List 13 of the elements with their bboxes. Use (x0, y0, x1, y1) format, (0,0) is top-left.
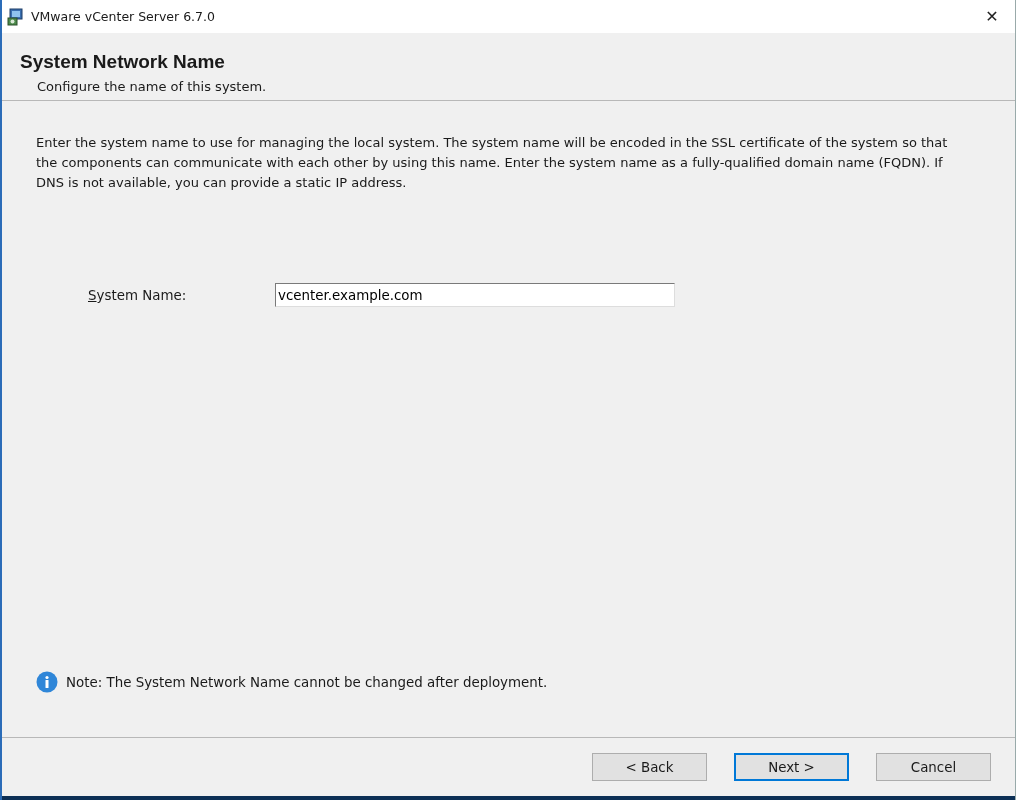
description-text: Enter the system name to use for managing the local system. The system name will be encoded in the SSL certificate of the system so that the components can communicate with each other by using this name. Enter the system name as a fully-qualified domain name (FQDN). If DNS is not available, you can provide a static IP address. (36, 134, 949, 192)
info-icon (36, 671, 58, 693)
system-name-field[interactable]: vcenter.example.com (275, 283, 675, 307)
wizard-button[interactable]: Next > (734, 753, 849, 781)
installer-icon (7, 7, 25, 26)
wizard-button[interactable]: < Back (592, 753, 707, 781)
field-label: System Name: (88, 287, 188, 303)
wizard-button[interactable]: Cancel (876, 753, 991, 781)
note-text: Note: The System Network Name cannot be changed after deployment. (66, 674, 548, 690)
page-subtitle: Configure the name of this system. (36, 78, 268, 96)
close-button[interactable]: ✕ (969, 0, 1015, 33)
page-title: System Network Name (20, 51, 226, 73)
window-title: VMware vCenter Server 6.7.0 (31, 9, 216, 24)
